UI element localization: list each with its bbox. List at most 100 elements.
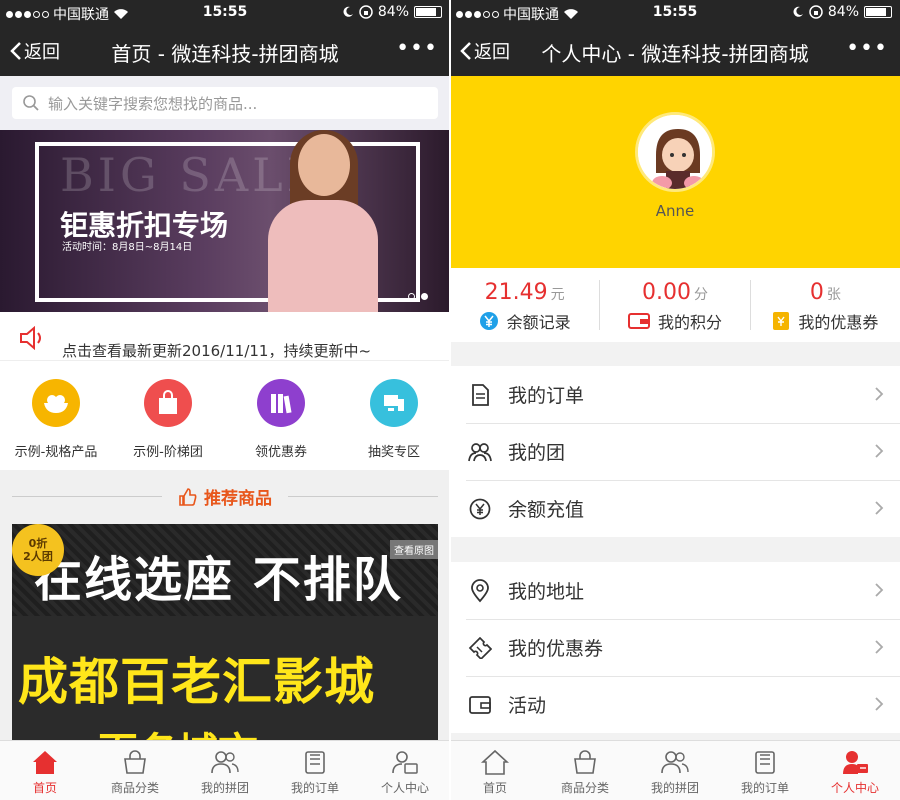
- recommend-section: 推荐商品 在线选座 不排队 成都百老汇影城 百名城市 查看原图 0折2人团: [0, 470, 450, 740]
- group-price-badge: 0折 2人团: [12, 524, 64, 576]
- menu-recharge[interactable]: 余额充值: [450, 480, 900, 537]
- group-icon: [468, 441, 492, 463]
- users-icon: [211, 751, 239, 774]
- account-stats: 21.49 元 余额记录 0.00 分 我的积分 0张 我的优惠券: [450, 268, 900, 342]
- shortcut-spec-product[interactable]: 示例-规格产品: [0, 379, 112, 460]
- menu-label: 余额充值: [508, 499, 585, 521]
- coupons-value: 0: [809, 280, 824, 305]
- recommend-title: 推荐商品: [204, 489, 272, 509]
- order-list-icon: [305, 751, 325, 774]
- battery-icon: [864, 6, 892, 18]
- avatar[interactable]: [635, 112, 715, 192]
- balance-value: 21.49: [484, 280, 548, 305]
- thumbs-up-icon: [179, 487, 197, 506]
- tab-categories[interactable]: 商品分类: [90, 741, 180, 800]
- page-title: 个人中心 - 微连科技-拼团商城: [541, 42, 809, 66]
- stat-balance[interactable]: 21.49 元 余额记录: [450, 280, 601, 332]
- tab-categories[interactable]: 商品分类: [540, 741, 630, 800]
- promo-banner[interactable]: BIG SALE 钜惠折扣专场 活动时间：8月8日~8月14日: [0, 130, 450, 312]
- status-bar: 中国联通 15:55 84%: [0, 0, 450, 26]
- wallet-icon: [627, 313, 650, 329]
- battery-percent: 84%: [827, 4, 859, 20]
- search-bar: 输入关键字搜索您想找的商品...: [0, 76, 450, 130]
- home-icon: [480, 749, 510, 775]
- balance-unit: 元: [550, 287, 565, 303]
- menu-my-orders[interactable]: 我的订单: [450, 366, 900, 423]
- shortcut-grid: 示例-规格产品 示例-阶梯团 领优惠券 抽奖专区: [0, 360, 450, 470]
- battery-percent: 84%: [377, 4, 409, 20]
- recommend-header: 推荐商品: [0, 484, 450, 509]
- stat-coupons[interactable]: 0张 我的优惠券: [751, 280, 900, 332]
- tab-profile[interactable]: 个人中心: [810, 741, 900, 800]
- user-card-icon: [392, 751, 418, 774]
- coupons-unit: 张: [826, 287, 841, 303]
- devices-icon: [370, 379, 418, 427]
- basket-icon: [124, 750, 146, 774]
- menu-label: 我的团: [508, 442, 566, 464]
- points-unit: 分: [693, 287, 708, 303]
- profile-header: Anne: [450, 76, 900, 268]
- view-original-button[interactable]: 查看原图: [390, 540, 438, 559]
- document-icon: [468, 383, 492, 406]
- tab-bar: 首页 商品分类 我的拼团 我的订单 个人中心: [0, 740, 450, 800]
- profile-screen: 中国联通 15:55 84% 返回 个人中心 - 微连科技-拼团商城 ••• A…: [450, 0, 900, 800]
- stat-points[interactable]: 0.00 分 我的积分: [600, 280, 751, 332]
- menu-my-address[interactable]: 我的地址: [450, 562, 900, 619]
- status-bar: 中国联通 15:55 84%: [450, 0, 900, 26]
- tab-my-orders[interactable]: 我的订单: [270, 741, 360, 800]
- menu-label: 我的地址: [508, 581, 585, 603]
- chevron-right-icon: [875, 444, 884, 458]
- tab-my-groups[interactable]: 我的拼团: [180, 741, 270, 800]
- shortcut-lottery[interactable]: 抽奖专区: [338, 379, 450, 460]
- coupons-label: 我的优惠券: [798, 313, 879, 332]
- points-value: 0.00: [642, 280, 691, 305]
- menu-activities[interactable]: 活动: [450, 676, 900, 733]
- more-menu-button[interactable]: •••: [396, 36, 438, 61]
- location-pin-icon: [468, 578, 492, 603]
- shortcut-label: 示例-阶梯团: [133, 445, 203, 460]
- user-card-icon: [843, 751, 868, 774]
- nav-bar: 返回 个人中心 - 微连科技-拼团商城 •••: [450, 26, 900, 76]
- yen-icon: [479, 312, 498, 330]
- tab-bar: 首页 商品分类 我的拼团 我的订单 个人中心: [450, 740, 900, 800]
- moon-icon: [343, 6, 353, 17]
- shortcut-coupons[interactable]: 领优惠券: [225, 379, 337, 460]
- menu-my-groups[interactable]: 我的团: [450, 423, 900, 480]
- banner-pager[interactable]: [408, 293, 428, 300]
- notice-bar[interactable]: 点击查看最新更新2016/11/11，持续更新中~: [0, 312, 450, 360]
- product-card[interactable]: 在线选座 不排队 成都百老汇影城 百名城市 查看原图 0折2人团: [12, 524, 438, 740]
- chevron-right-icon: [875, 387, 884, 401]
- battery-icon: [414, 6, 442, 18]
- tab-my-orders[interactable]: 我的订单: [720, 741, 810, 800]
- tab-home[interactable]: 首页: [450, 741, 540, 800]
- basket-icon: [574, 750, 596, 774]
- rotation-lock-icon: [809, 5, 823, 19]
- speaker-icon: [20, 326, 41, 350]
- menu-label: 我的优惠券: [508, 638, 604, 660]
- username: Anne: [655, 202, 695, 220]
- balance-label: 余额记录: [506, 313, 571, 332]
- coupon-icon: [773, 312, 790, 330]
- home-screen: 中国联通 15:55 84% 返回 首页 - 微连科技-拼团商城 ••• 输入关…: [0, 0, 450, 800]
- points-label: 我的积分: [657, 313, 722, 332]
- product-line3: 百名城市: [98, 720, 258, 740]
- shortcut-label: 抽奖专区: [367, 445, 420, 460]
- search-input[interactable]: 输入关键字搜索您想找的商品...: [12, 87, 438, 119]
- search-placeholder: 输入关键字搜索您想找的商品...: [48, 94, 258, 113]
- tab-profile[interactable]: 个人中心: [360, 741, 450, 800]
- tab-home[interactable]: 首页: [0, 741, 90, 800]
- chevron-right-icon: [875, 697, 884, 711]
- chevron-right-icon: [875, 583, 884, 597]
- ticket-icon: [468, 636, 492, 659]
- nav-bar: 返回 首页 - 微连科技-拼团商城 •••: [0, 26, 450, 76]
- chevron-right-icon: [875, 640, 884, 654]
- menu-group-orders: 我的订单 我的团 余额充值: [450, 366, 900, 537]
- product-line1: 在线选座 不排队: [34, 552, 403, 608]
- tab-my-groups[interactable]: 我的拼团: [630, 741, 720, 800]
- more-menu-button[interactable]: •••: [846, 36, 888, 61]
- users-icon: [661, 751, 689, 774]
- shortcut-tier-group[interactable]: 示例-阶梯团: [112, 379, 224, 460]
- shopping-bag-icon: [144, 379, 192, 427]
- moon-icon: [793, 6, 803, 17]
- menu-my-coupons[interactable]: 我的优惠券: [450, 619, 900, 676]
